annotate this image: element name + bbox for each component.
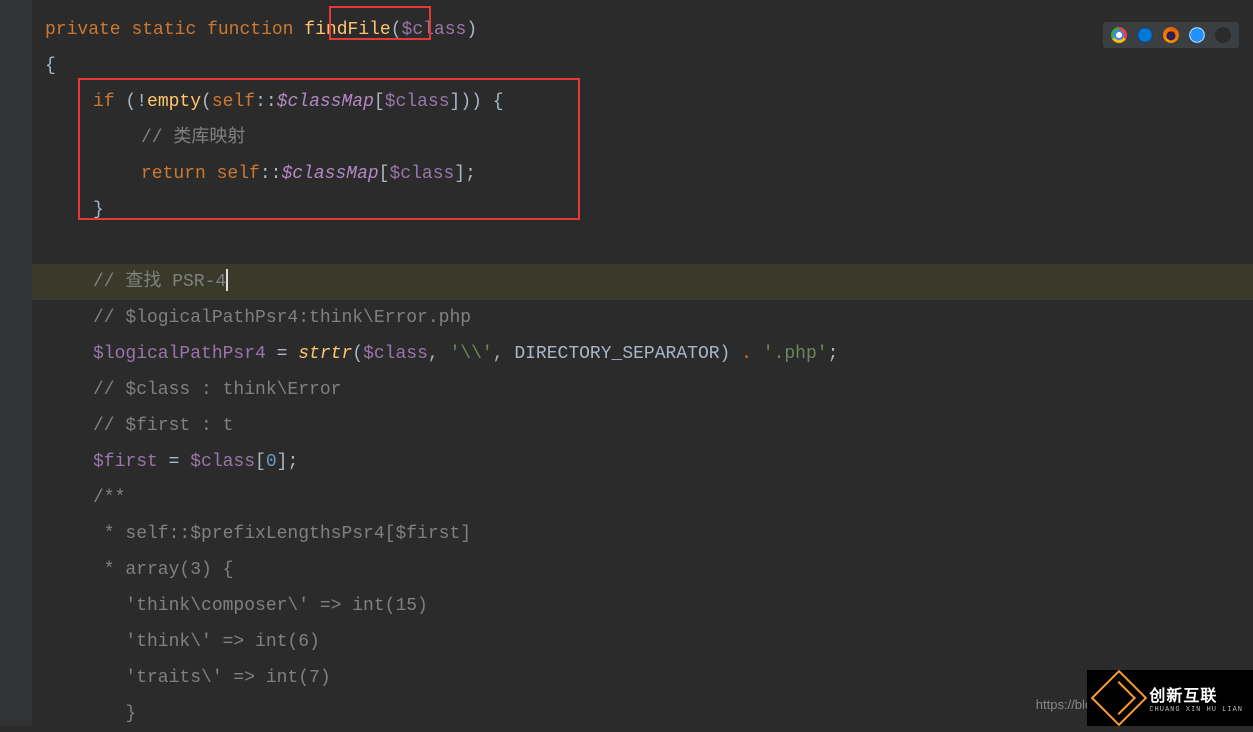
- chrome-icon[interactable]: [1111, 27, 1127, 43]
- code-line: $first = $class[0];: [32, 444, 1253, 480]
- code-line: private static function findFile($class): [32, 12, 1253, 48]
- token-punct: ): [466, 20, 477, 40]
- token-brace: }: [93, 200, 104, 220]
- opera-icon[interactable]: [1215, 27, 1231, 43]
- token-punct: ];: [454, 164, 476, 184]
- brand-mark-icon: [1091, 670, 1148, 727]
- code-line: // $class : think\Error: [32, 372, 1253, 408]
- code-editor[interactable]: private static function findFile($class)…: [32, 0, 1253, 726]
- token-property: $classMap: [277, 92, 374, 112]
- token-keyword: function: [207, 20, 293, 40]
- code-line-blank: [32, 228, 1253, 264]
- code-line: // $logicalPathPsr4:think\Error.php: [32, 300, 1253, 336]
- brand-name-cn: 创新互联: [1149, 682, 1243, 706]
- open-in-browser-bar: [1103, 22, 1239, 48]
- token-punct: ]: [450, 92, 461, 112]
- token-param: $class: [402, 20, 467, 40]
- token-property: $classMap: [281, 164, 378, 184]
- code-line: 'think\' => int(6): [32, 624, 1253, 660]
- code-line: 'think\composer\' => int(15): [32, 588, 1253, 624]
- token-const: DIRECTORY_SEPARATOR: [514, 344, 719, 364]
- code-line: * self::$prefixLengthsPsr4[$first]: [32, 516, 1253, 552]
- token-param: $class: [363, 344, 428, 364]
- token-number: 0: [266, 452, 277, 472]
- firefox-icon[interactable]: [1163, 27, 1179, 43]
- token-punct: [: [255, 452, 266, 472]
- token-param: $class: [389, 164, 454, 184]
- token-keyword: return: [141, 164, 206, 184]
- token-comment: /**: [93, 488, 125, 508]
- token-keyword: if: [93, 92, 115, 112]
- token-concat: .: [741, 344, 752, 364]
- token-punct: (: [201, 92, 212, 112]
- token-comment: // 查找 PSR-4: [93, 272, 226, 292]
- token-op: =: [158, 452, 190, 472]
- token-punct: ];: [277, 452, 299, 472]
- token-punct: ): [720, 344, 742, 364]
- token-punct: (: [352, 344, 363, 364]
- token-punct: ,: [428, 344, 450, 364]
- edge-icon[interactable]: [1137, 27, 1153, 43]
- token-scope: ::: [260, 164, 282, 184]
- token-builtin: strtr: [298, 344, 352, 364]
- token-variable: $first: [93, 452, 158, 472]
- code-line: {: [32, 48, 1253, 84]
- token-punct: (!: [115, 92, 147, 112]
- token-punct: [: [379, 164, 390, 184]
- code-line-current: // 查找 PSR-4: [32, 264, 1253, 300]
- token-scope: ::: [255, 92, 277, 112]
- token-self: self: [217, 164, 260, 184]
- token-punct: [: [374, 92, 385, 112]
- token-brace: {: [45, 56, 56, 76]
- token-keyword: static: [131, 20, 196, 40]
- token-keyword: private: [45, 20, 121, 40]
- token-builtin: empty: [147, 92, 201, 112]
- token-variable: $logicalPathPsr4: [93, 344, 266, 364]
- token-comment: 'traits\' => int(7): [93, 668, 331, 688]
- code-line: if (!empty(self::$classMap[$class])) {: [32, 84, 1253, 120]
- token-comment: 'think\' => int(6): [93, 632, 320, 652]
- code-line: return self::$classMap[$class];: [32, 156, 1253, 192]
- token-punct: ,: [493, 344, 515, 364]
- safari-icon[interactable]: [1189, 27, 1205, 43]
- token-punct: ;: [828, 344, 839, 364]
- line-gutter: [0, 0, 32, 726]
- token-comment: 'think\composer\' => int(15): [93, 596, 428, 616]
- token-punct: (: [391, 20, 402, 40]
- token-param: $class: [385, 92, 450, 112]
- token-param: $class: [190, 452, 255, 472]
- code-line: * array(3) {: [32, 552, 1253, 588]
- token-comment: // $logicalPathPsr4:think\Error.php: [93, 308, 471, 328]
- token-comment: // 类库映射: [141, 128, 245, 148]
- code-line: $logicalPathPsr4 = strtr($class, '\\', D…: [32, 336, 1253, 372]
- code-line: // $first : t: [32, 408, 1253, 444]
- token-self: self: [212, 92, 255, 112]
- token-comment: }: [93, 704, 136, 724]
- code-line: // 类库映射: [32, 120, 1253, 156]
- code-line: 'traits\' => int(7): [32, 660, 1253, 696]
- brand-name-en: CHUANG XIN HU LIAN: [1149, 706, 1243, 714]
- code-line: }: [32, 192, 1253, 228]
- token-string: '.php': [752, 344, 828, 364]
- text-cursor: [226, 269, 228, 291]
- token-comment: * self::$prefixLengthsPsr4[$first]: [93, 524, 471, 544]
- watermark-logo: 创新互联 CHUANG XIN HU LIAN: [1087, 670, 1253, 726]
- token-punct: )) {: [460, 92, 503, 112]
- token-comment: // $first : t: [93, 416, 233, 436]
- token-comment: * array(3) {: [93, 560, 233, 580]
- token-function-name: findFile: [304, 20, 390, 40]
- token-op: =: [266, 344, 298, 364]
- token-string: '\\': [449, 344, 492, 364]
- token-comment: // $class : think\Error: [93, 380, 341, 400]
- code-line: /**: [32, 480, 1253, 516]
